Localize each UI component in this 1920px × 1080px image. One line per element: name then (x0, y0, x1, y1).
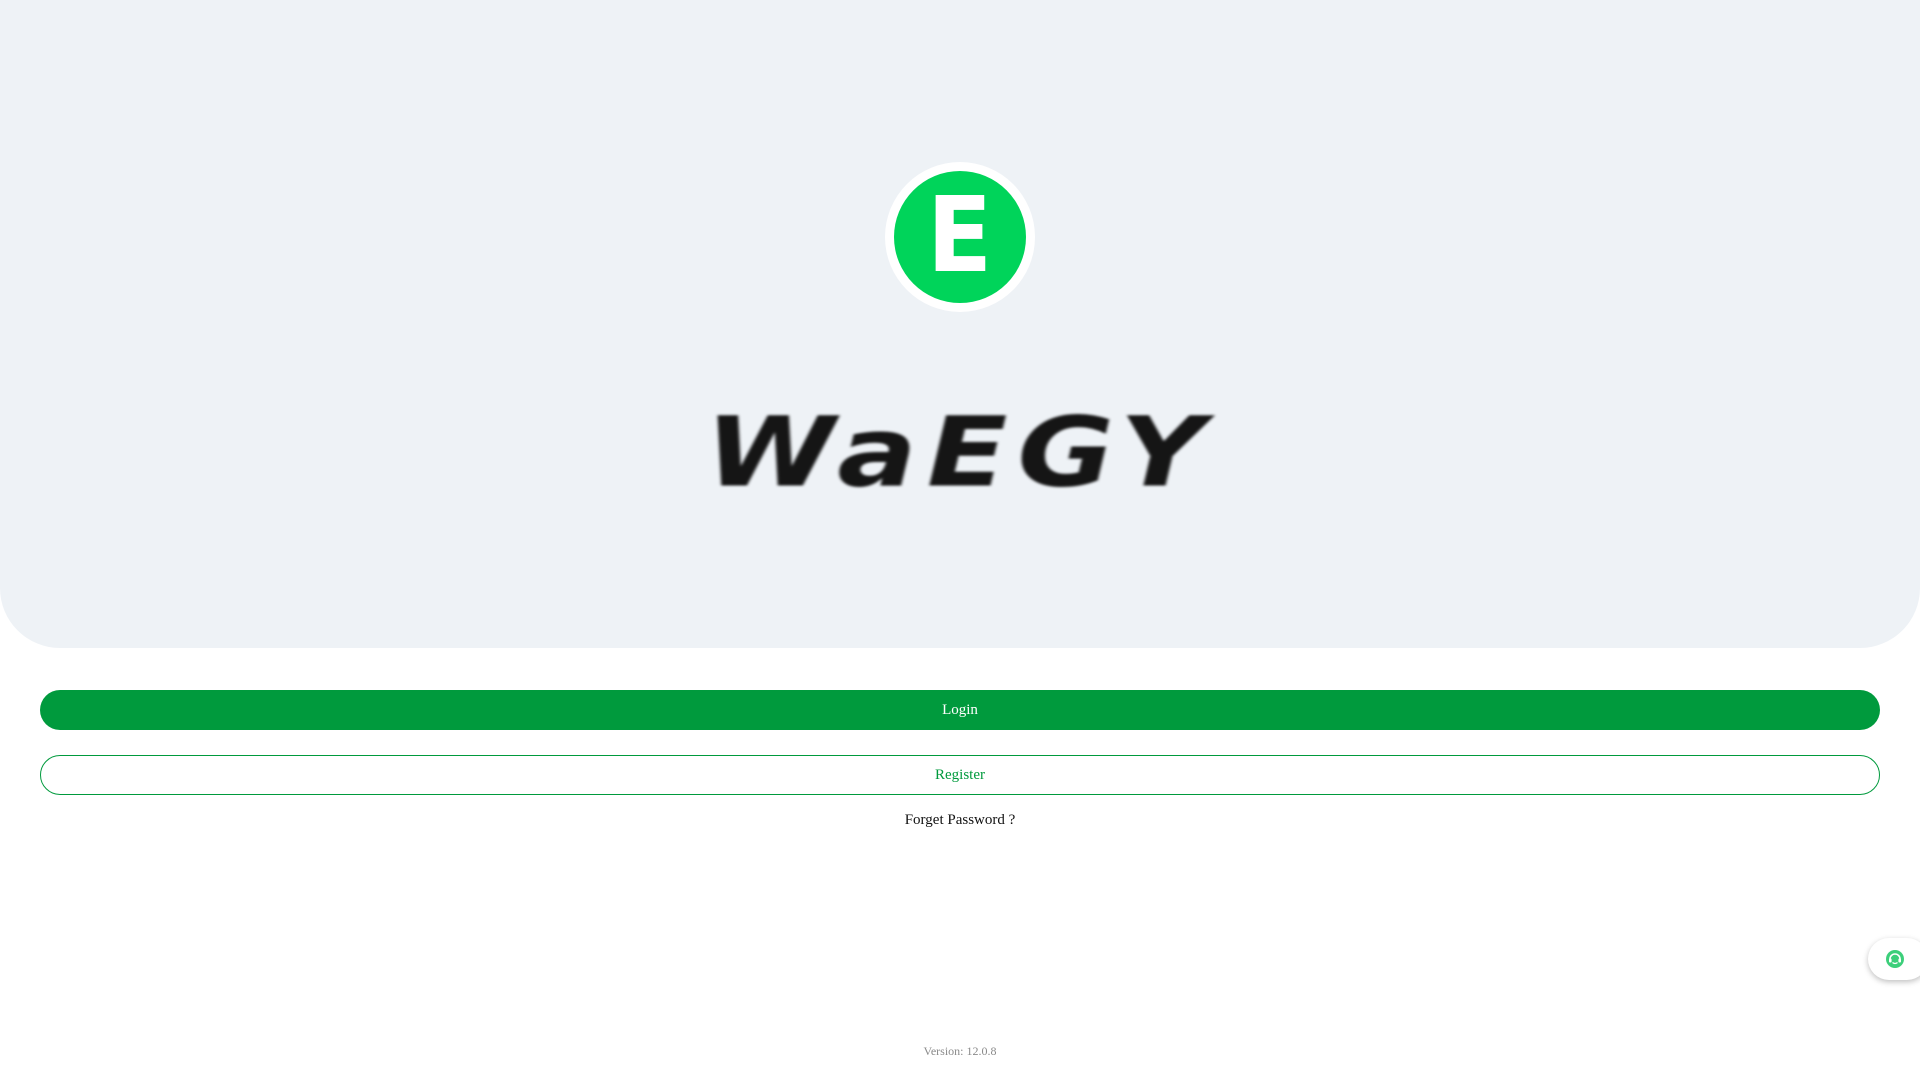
hero-banner: E WaEGY (0, 0, 1920, 648)
login-button[interactable]: Login (40, 690, 1880, 730)
register-button[interactable]: Register (40, 755, 1880, 795)
logo-letter: E (927, 174, 993, 296)
customer-service-icon (1886, 950, 1904, 968)
version-label: Version: 12.0.8 (923, 1044, 997, 1058)
logo-badge: E (894, 171, 1026, 303)
app-logo: E (885, 162, 1035, 312)
brand-name: WaEGY (705, 395, 1215, 509)
forget-password-link[interactable]: Forget Password ? (0, 812, 1920, 829)
login-page: E WaEGY Login Register Forget Password ?… (0, 0, 1920, 1080)
support-button[interactable] (1868, 938, 1920, 980)
brand-wordmark: WaEGY (660, 392, 1260, 512)
